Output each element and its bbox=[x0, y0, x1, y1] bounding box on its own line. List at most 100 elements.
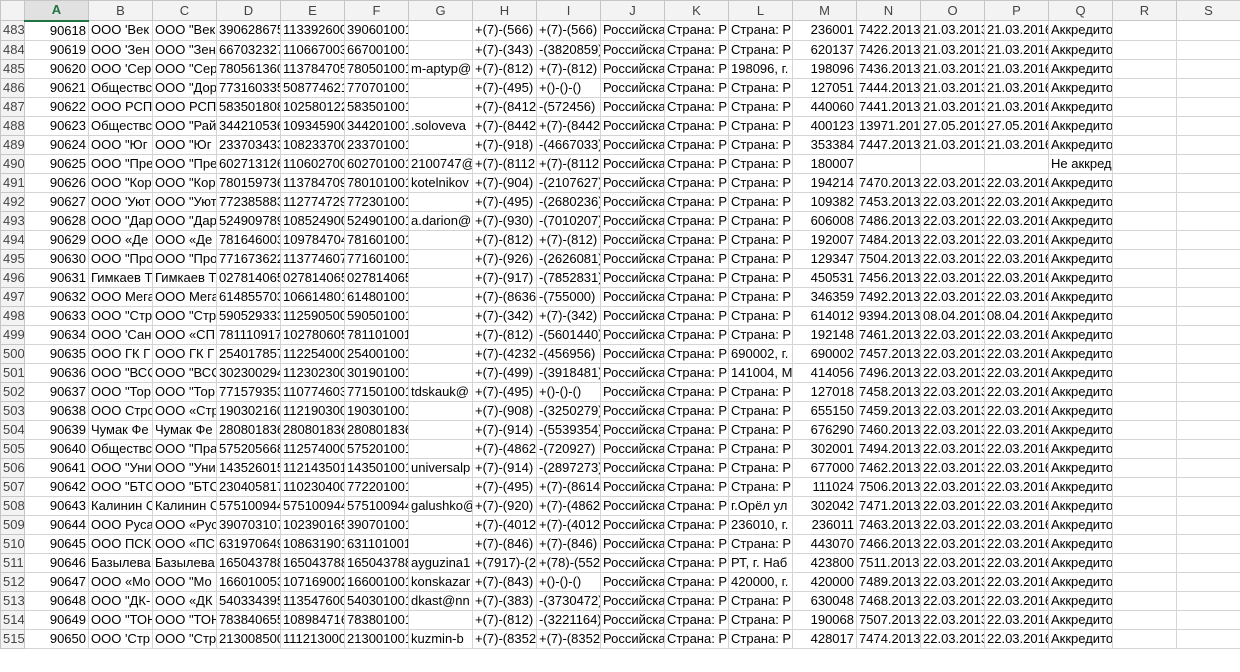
cell-E[interactable]: 111213000 bbox=[280, 628, 345, 649]
cell-O[interactable]: 27.05.2013 bbox=[920, 115, 985, 136]
cell-A[interactable]: 90640 bbox=[24, 438, 89, 459]
cell-S[interactable] bbox=[1176, 286, 1240, 307]
row-header[interactable]: 495 bbox=[0, 248, 25, 269]
cell-D[interactable]: 602713126 bbox=[216, 153, 281, 174]
cell-K[interactable]: Страна: Р bbox=[664, 58, 729, 79]
cell-H[interactable]: +(7)-(495) bbox=[472, 191, 537, 212]
cell-S[interactable] bbox=[1176, 96, 1240, 117]
cell-P[interactable]: 21.03.2016 bbox=[984, 96, 1049, 117]
cell-A[interactable]: 90643 bbox=[24, 495, 89, 516]
cell-N[interactable]: 7436.2013 bbox=[856, 58, 921, 79]
cell-J[interactable]: Российска bbox=[600, 305, 665, 326]
cell-Q[interactable]: Аккредитован bbox=[1048, 552, 1113, 573]
cell-P[interactable]: 22.03.2016 bbox=[984, 609, 1049, 630]
cell-J[interactable]: Российска bbox=[600, 267, 665, 288]
cell-P[interactable]: 22.03.2016 bbox=[984, 343, 1049, 364]
cell-E[interactable]: 508774621 bbox=[280, 77, 345, 98]
cell-N[interactable]: 7463.2013 bbox=[856, 514, 921, 535]
cell-Q[interactable]: Не аккредитован bbox=[1048, 153, 1113, 174]
cell-L[interactable]: 141004, М bbox=[728, 362, 793, 383]
cell-R[interactable] bbox=[1112, 457, 1177, 478]
cell-L[interactable]: Страна: Р bbox=[728, 172, 793, 193]
cell-K[interactable]: Страна: Р bbox=[664, 20, 729, 41]
cell-O[interactable]: 22.03.2013 bbox=[920, 381, 985, 402]
cell-Q[interactable]: Аккредитован bbox=[1048, 58, 1113, 79]
cell-H[interactable]: +(7)-(904) bbox=[472, 172, 537, 193]
cell-D[interactable]: 781110917 bbox=[216, 324, 281, 345]
cell-C[interactable]: ООО РСП bbox=[152, 96, 217, 117]
cell-O[interactable]: 22.03.2013 bbox=[920, 362, 985, 383]
cell-N[interactable]: 7511.2013 bbox=[856, 552, 921, 573]
cell-N[interactable]: 7470.2013 bbox=[856, 172, 921, 193]
column-header-R[interactable]: R bbox=[1112, 0, 1177, 21]
cell-D[interactable]: 254017857 bbox=[216, 343, 281, 364]
cell-C[interactable]: ООО ГК Г bbox=[152, 343, 217, 364]
cell-J[interactable]: Российска bbox=[600, 286, 665, 307]
cell-F[interactable]: 781101001 bbox=[344, 324, 409, 345]
cell-K[interactable]: Страна: Р bbox=[664, 609, 729, 630]
cell-A[interactable]: 90620 bbox=[24, 58, 89, 79]
cell-J[interactable]: Российска bbox=[600, 39, 665, 60]
cell-M[interactable]: 420000 bbox=[792, 571, 857, 592]
cell-O[interactable]: 22.03.2013 bbox=[920, 514, 985, 535]
cell-I[interactable]: +()-()-() bbox=[536, 381, 601, 402]
cell-L[interactable]: 236010, г. bbox=[728, 514, 793, 535]
cell-Q[interactable]: Аккредитован bbox=[1048, 533, 1113, 554]
cell-A[interactable]: 90645 bbox=[24, 533, 89, 554]
cell-I[interactable]: -(755000) bbox=[536, 286, 601, 307]
cell-R[interactable] bbox=[1112, 476, 1177, 497]
cell-C[interactable]: Базылева bbox=[152, 552, 217, 573]
cell-D[interactable]: 590529333 bbox=[216, 305, 281, 326]
cell-E[interactable]: 110667003 bbox=[280, 39, 345, 60]
cell-Q[interactable]: Аккредитован bbox=[1048, 495, 1113, 516]
cell-F[interactable]: 771601001 bbox=[344, 248, 409, 269]
cell-E[interactable]: 108984716 bbox=[280, 609, 345, 630]
cell-O[interactable]: 22.03.2013 bbox=[920, 248, 985, 269]
cell-S[interactable] bbox=[1176, 457, 1240, 478]
cell-B[interactable]: ООО "Тор bbox=[88, 381, 153, 402]
cell-E[interactable]: 113784709 bbox=[280, 172, 345, 193]
cell-H[interactable]: +(7917)-(2 bbox=[472, 552, 537, 573]
cell-G[interactable] bbox=[408, 96, 473, 117]
cell-P[interactable]: 22.03.2016 bbox=[984, 191, 1049, 212]
cell-A[interactable]: 90638 bbox=[24, 400, 89, 421]
row-header[interactable]: 492 bbox=[0, 191, 25, 212]
cell-J[interactable]: Российска bbox=[600, 476, 665, 497]
cell-S[interactable] bbox=[1176, 153, 1240, 174]
cell-Q[interactable]: Аккредитован bbox=[1048, 96, 1113, 117]
cell-L[interactable]: Страна: Р bbox=[728, 438, 793, 459]
select-all-corner[interactable] bbox=[0, 0, 25, 21]
row-header[interactable]: 503 bbox=[0, 400, 25, 421]
cell-S[interactable] bbox=[1176, 229, 1240, 250]
cell-S[interactable] bbox=[1176, 267, 1240, 288]
cell-H[interactable]: +(7)-(920) bbox=[472, 495, 537, 516]
cell-F[interactable]: 190301001 bbox=[344, 400, 409, 421]
cell-S[interactable] bbox=[1176, 495, 1240, 516]
cell-H[interactable]: +(7)-(8412) bbox=[472, 96, 537, 117]
cell-O[interactable] bbox=[920, 153, 985, 174]
cell-P[interactable]: 27.05.2016 bbox=[984, 115, 1049, 136]
column-header-I[interactable]: I bbox=[536, 0, 601, 21]
cell-D[interactable]: 773160335 bbox=[216, 77, 281, 98]
cell-S[interactable] bbox=[1176, 476, 1240, 497]
cell-Q[interactable]: Аккредитован bbox=[1048, 305, 1113, 326]
cell-R[interactable] bbox=[1112, 153, 1177, 174]
cell-F[interactable]: 027814065732 bbox=[344, 267, 409, 288]
cell-Q[interactable]: Аккредитован bbox=[1048, 134, 1113, 155]
cell-I[interactable]: +(7)-(8442 bbox=[536, 115, 601, 136]
cell-C[interactable]: ООО «ПС bbox=[152, 533, 217, 554]
cell-C[interactable]: ООО "Дор bbox=[152, 77, 217, 98]
cell-P[interactable]: 22.03.2016 bbox=[984, 286, 1049, 307]
column-header-B[interactable]: B bbox=[88, 0, 153, 21]
cell-H[interactable]: +(7)-(908) bbox=[472, 400, 537, 421]
cell-J[interactable]: Российска bbox=[600, 191, 665, 212]
row-header[interactable]: 489 bbox=[0, 134, 25, 155]
cell-B[interactable]: Гимкаев Т bbox=[88, 267, 153, 288]
cell-G[interactable] bbox=[408, 267, 473, 288]
cell-J[interactable]: Российска bbox=[600, 571, 665, 592]
cell-L[interactable]: Страна: Р bbox=[728, 533, 793, 554]
row-header[interactable]: 490 bbox=[0, 153, 25, 174]
cell-O[interactable]: 22.03.2013 bbox=[920, 438, 985, 459]
cell-O[interactable]: 22.03.2013 bbox=[920, 552, 985, 573]
cell-A[interactable]: 90632 bbox=[24, 286, 89, 307]
